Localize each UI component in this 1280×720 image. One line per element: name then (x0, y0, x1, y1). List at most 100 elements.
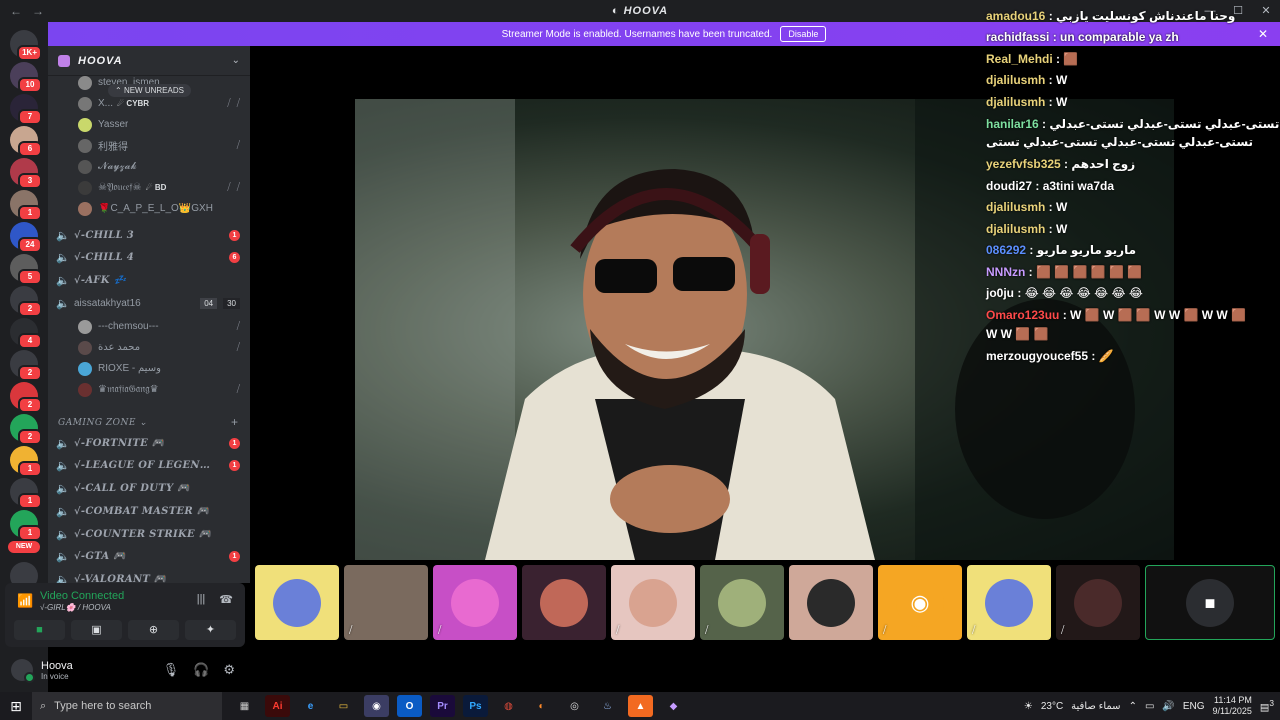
chat-username[interactable]: Real_Mehdi (986, 52, 1053, 66)
new-servers-pill[interactable]: NEW (8, 541, 40, 553)
file-explorer-icon[interactable]: ▭ (331, 695, 356, 717)
voice-status-channel[interactable]: √-GIRL🌸 / HOOVA (40, 603, 111, 612)
server-icon[interactable]: 24 (10, 222, 42, 253)
new-unreads-pill[interactable]: ⌃ NEW UNREADS (108, 84, 191, 97)
app-icon[interactable]: ▲ (628, 695, 653, 717)
voice-channel-chill-3[interactable]: 🔈 √-CHILL 3 1 (48, 225, 250, 246)
chrome-icon[interactable]: ◍ (496, 695, 521, 717)
participant-tile[interactable] (522, 565, 606, 640)
server-icon[interactable]: 10 (10, 62, 42, 93)
chat-username[interactable]: djalilusmh (986, 222, 1045, 236)
headphones-icon[interactable]: 🎧 (193, 662, 209, 678)
network-icon[interactable]: ▭ (1145, 701, 1154, 712)
server-icon[interactable]: 1 (10, 190, 42, 221)
signal-icon[interactable]: 📶 (17, 593, 33, 609)
server-icon[interactable]: 1 (10, 446, 42, 477)
chat-username[interactable]: doudi27 (986, 179, 1032, 193)
server-icon[interactable]: 2 (10, 350, 42, 381)
chat-username[interactable]: yezefvfsb325 (986, 157, 1061, 171)
voice-status-title[interactable]: Video Connected (40, 590, 124, 602)
server-icon[interactable]: 7 (10, 94, 42, 125)
server-icon[interactable]: 1 (10, 510, 42, 541)
photoshop-icon[interactable]: Ps (463, 695, 488, 717)
discord-icon[interactable]: ◉ (364, 695, 389, 717)
chat-username[interactable]: 086292 (986, 243, 1026, 257)
language-indicator[interactable]: ENG (1183, 701, 1205, 712)
voice-channel-gta[interactable]: 🔈 √-GTA 🎮 1 (48, 546, 250, 567)
participant-tile[interactable]: ⧸ (611, 565, 695, 640)
microphone-icon[interactable]: 🎙 (163, 662, 180, 678)
chat-username[interactable]: rachidfassi (986, 30, 1049, 44)
server-icon[interactable]: 5 (10, 254, 42, 285)
voice-channel-afk[interactable]: 🔈 √-AFK 💤 (48, 270, 250, 291)
activity-button[interactable]: ⊕ (128, 620, 179, 640)
voice-member[interactable]: ☠𝔜𝔬𝔲𝔠𝔢𝔣☠ ☄ BD ⧸ ⧸ (48, 177, 250, 198)
self-camera-tile[interactable]: ■ (1145, 565, 1275, 640)
server-icon[interactable]: 4 (10, 318, 42, 349)
outlook-icon[interactable]: O (397, 695, 422, 717)
settings-gear-icon[interactable]: ⚙ (223, 662, 235, 678)
voice-member[interactable]: 𝓝𝓪𝔂𝔃𝓪𝓴 (48, 156, 250, 177)
windows-start-icon[interactable]: ⊞ (0, 698, 32, 715)
category-gaming-zone[interactable]: GAMING ZONE ⌄ (58, 418, 147, 428)
server-icon[interactable]: 1 (10, 478, 42, 509)
chat-username[interactable]: djalilusmh (986, 95, 1045, 109)
server-icon[interactable]: 2 (10, 414, 42, 445)
participant-tile[interactable]: ⧸ (967, 565, 1051, 640)
chat-username[interactable]: merzougyoucef55 (986, 349, 1088, 363)
chat-username[interactable]: djalilusmh (986, 73, 1045, 87)
create-channel-plus-icon[interactable]: + (231, 415, 238, 429)
voice-member[interactable]: RIOXE - وسيم (48, 358, 250, 379)
chat-username[interactable]: NNNzn (986, 265, 1025, 279)
voice-channel-chill-4[interactable]: 🔈 √-CHILL 4 6 (48, 247, 250, 268)
server-icon[interactable]: 2 (10, 286, 42, 317)
notification-icon[interactable]: ▤3 (1260, 698, 1274, 713)
participant-tile[interactable]: ⧸ (344, 565, 428, 640)
voice-channel-fortnite[interactable]: 🔈 √-FORTNITE 🎮 1 (48, 433, 250, 454)
disable-streamer-mode-button[interactable]: Disable (780, 26, 827, 42)
disconnect-icon[interactable]: ☎ (219, 593, 233, 606)
taskbar-search[interactable]: ⌕ Type here to search (32, 692, 222, 720)
illustrator-icon[interactable]: Ai (265, 695, 290, 717)
voice-channel-counter-strike[interactable]: 🔈 √-COUNTER STRIKE 🎮 (48, 524, 250, 545)
voice-channel-aissatakhyat16[interactable]: 🔈 aissatakhyat16 04 30 (48, 293, 250, 314)
noise-suppression-icon[interactable]: ||| (197, 593, 206, 606)
camera-button[interactable]: ■ (14, 620, 65, 640)
voice-channel-league[interactable]: 🔈 √-LEAGUE OF LEGENDS... 1 (48, 455, 250, 476)
fl-studio-icon[interactable]: ◐ (529, 695, 554, 717)
chat-username[interactable]: Omaro123uu (986, 308, 1059, 322)
chat-username[interactable]: jo0ju (986, 286, 1014, 300)
obs-icon[interactable]: ◎ (562, 695, 587, 717)
volume-icon[interactable]: 🔊 (1162, 701, 1174, 712)
voice-member[interactable]: Yasser (48, 114, 250, 135)
voice-member[interactable]: 🌹C_A_P_E_L_O👑GXH (48, 198, 250, 219)
voice-channel-cod[interactable]: 🔈 √-CALL OF DUTY 🎮 (48, 478, 250, 499)
chat-username[interactable]: amadou16 (986, 9, 1045, 23)
voice-member[interactable]: 利雅得 ⧸ (48, 135, 250, 156)
participant-tile[interactable]: ◉ ⧸ (878, 565, 962, 640)
soundboard-button[interactable]: ✦ (185, 620, 236, 640)
forward-icon[interactable]: → (32, 4, 44, 18)
chat-username[interactable]: hanilar16 (986, 117, 1039, 131)
chevron-down-icon[interactable]: ⌄ (232, 55, 240, 66)
chat-username[interactable]: djalilusmh (986, 200, 1045, 214)
tray-chevron-icon[interactable]: ⌃ (1129, 701, 1137, 712)
voice-channel-combat-master[interactable]: 🔈 √-COMBAT MASTER 🎮 (48, 501, 250, 522)
steam-icon[interactable]: ♨ (595, 695, 620, 717)
back-icon[interactable]: ← (10, 4, 22, 18)
voice-member[interactable]: محمد عدة ⧸ (48, 337, 250, 358)
voice-channel-valorant[interactable]: 🔈 √-VALORANT 🎮 (48, 569, 250, 584)
premiere-icon[interactable]: Pr (430, 695, 455, 717)
participant-tile[interactable] (255, 565, 339, 640)
participant-tile[interactable] (789, 565, 873, 640)
participant-tile[interactable]: ⧸ (700, 565, 784, 640)
server-icon[interactable]: 6 (10, 126, 42, 157)
user-avatar[interactable] (11, 659, 35, 683)
server-icon[interactable]: 2 (10, 382, 42, 413)
participant-tile[interactable]: ⧸ (433, 565, 517, 640)
weather-desc[interactable]: سماء صافية (1071, 701, 1120, 712)
app-icon[interactable]: ◆ (661, 695, 686, 717)
participant-tile[interactable]: ⧸ (1056, 565, 1140, 640)
weather-temp[interactable]: 23°C (1041, 701, 1063, 712)
edge-icon[interactable]: e (298, 695, 323, 717)
